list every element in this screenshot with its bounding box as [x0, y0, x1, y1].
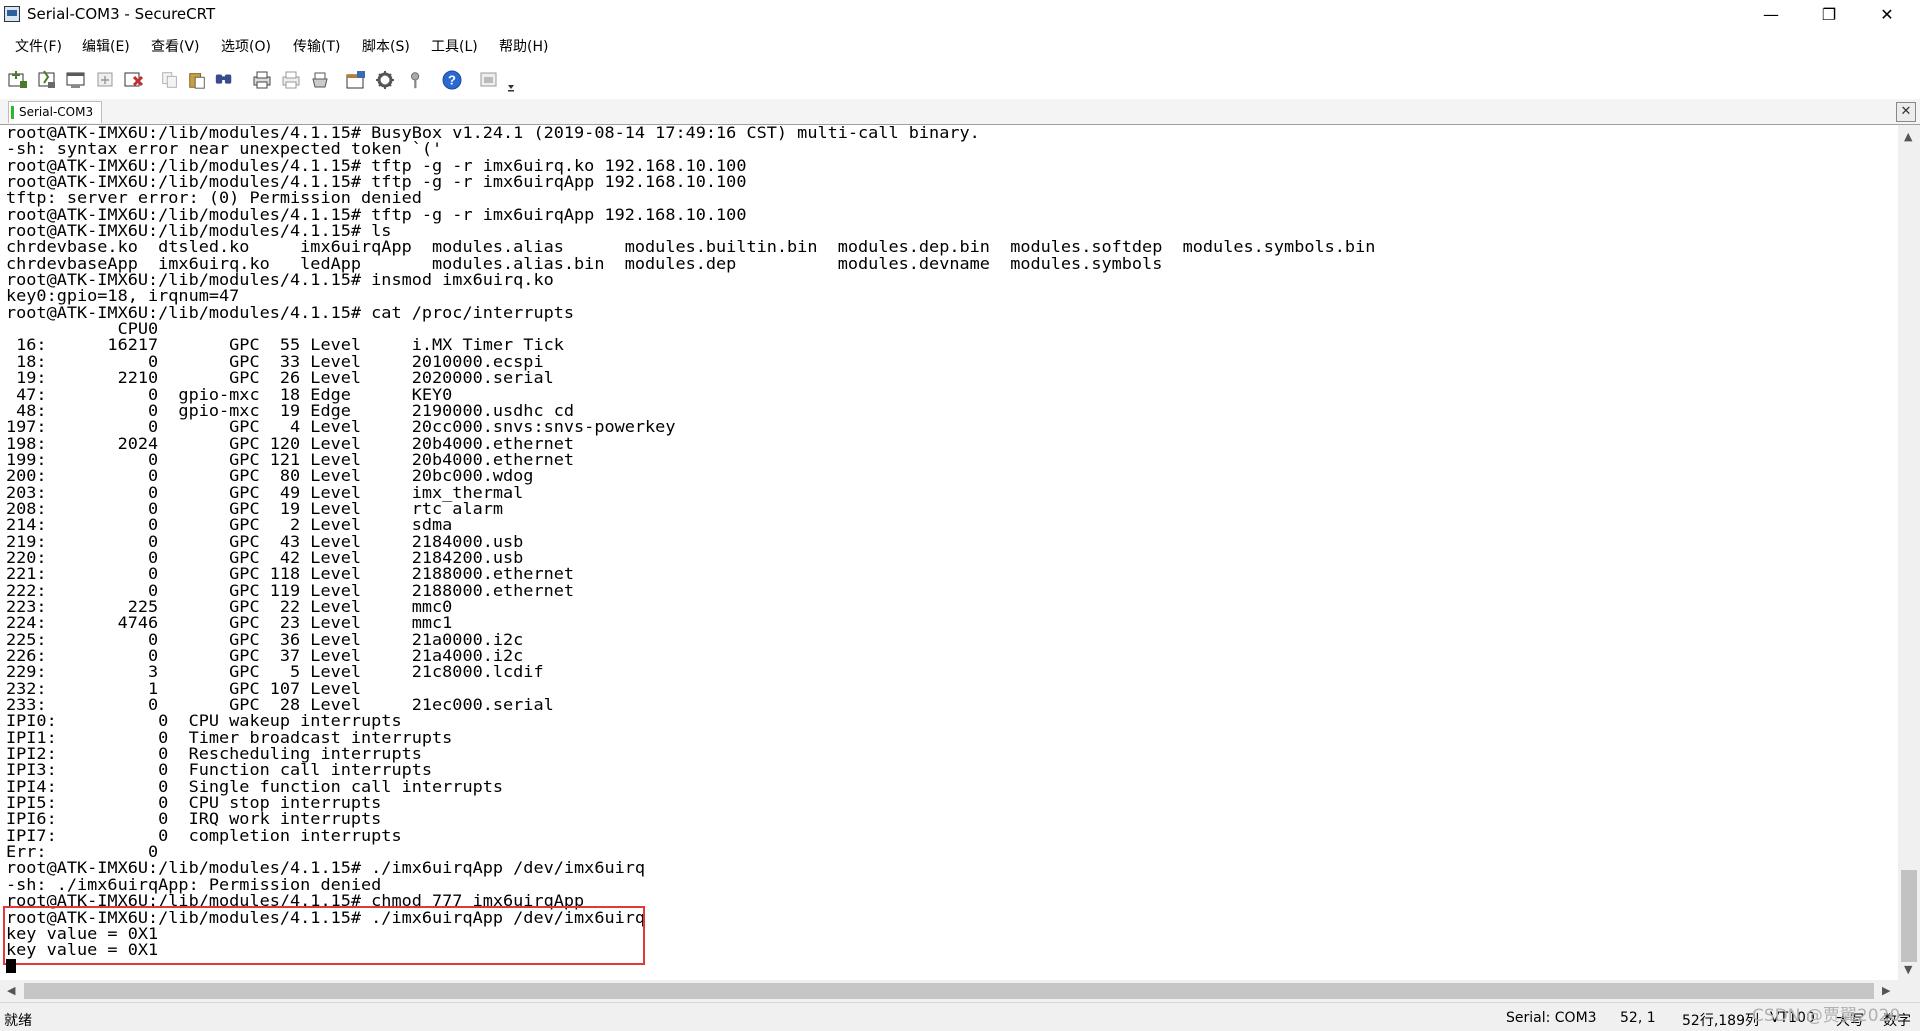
menu-transfer[interactable]: 传输(T)	[293, 36, 340, 56]
menu-tools[interactable]: 工具(L)	[431, 36, 478, 56]
title-bar: Serial-COM3 - SecureCRT — ❐ ✕	[0, 0, 1920, 29]
terminal-line: root@ATK-IMX6U:/lib/modules/4.1.15# cat …	[6, 302, 575, 322]
help-icon[interactable]: ?	[441, 69, 463, 91]
status-ready: 就绪	[4, 1013, 32, 1029]
window-title: Serial-COM3 - SecureCRT	[27, 5, 216, 23]
menu-help[interactable]: 帮助(H)	[499, 36, 548, 56]
maximize-button[interactable]: ❐	[1806, 0, 1852, 29]
toolbar-overflow-icon[interactable]	[505, 71, 517, 93]
watermark: CSDN @贾翼2020	[1752, 1006, 1901, 1026]
menu-edit[interactable]: 编辑(E)	[82, 36, 130, 56]
connect-in-tab-icon[interactable]	[65, 69, 87, 91]
menu-file[interactable]: 文件(F)	[15, 36, 62, 56]
customize-toolbar-icon[interactable]	[478, 69, 500, 91]
tab-label: Serial-COM3	[19, 105, 94, 119]
securecrt-app-icon[interactable]	[4, 6, 20, 22]
connect-icon[interactable]	[7, 69, 29, 91]
status-bar: 就绪 Serial: COM3 52, 1 52行,189列 VT100 大写 …	[0, 1002, 1920, 1031]
vertical-scroll-thumb[interactable]	[1901, 870, 1917, 962]
disconnect-icon[interactable]	[123, 69, 145, 91]
status-cursor-position: 52, 1	[1620, 1010, 1656, 1026]
menu-view[interactable]: 查看(V)	[151, 36, 200, 56]
print-selection-icon[interactable]	[280, 69, 302, 91]
close-tab-icon[interactable]: ✕	[1896, 102, 1916, 122]
menu-bar: 文件(F) 编辑(E) 查看(V) 选项(O) 传输(T) 脚本(S) 工具(L…	[0, 29, 1920, 61]
horizontal-scroll-thumb[interactable]	[24, 983, 1874, 999]
vertical-scrollbar[interactable]: ▲ ▼	[1898, 125, 1920, 980]
session-tab-bar: Serial-COM3 ✕	[0, 99, 1920, 125]
reconnect-icon[interactable]	[94, 69, 116, 91]
scroll-down-arrow-icon[interactable]: ▼	[1904, 963, 1912, 976]
highlight-annotation-box	[3, 906, 645, 965]
terminal-lines: root@ATK-IMX6U:/lib/modules/4.1.15# Busy…	[6, 125, 1375, 959]
toolbar: ?	[0, 61, 1920, 100]
menu-script[interactable]: 脚本(S)	[362, 36, 410, 56]
keymap-icon[interactable]	[406, 69, 426, 91]
horizontal-scrollbar[interactable]: ◀ ▶	[0, 980, 1898, 1002]
session-options-icon[interactable]	[345, 69, 367, 91]
terminal-cursor	[6, 959, 16, 973]
print-icon[interactable]	[251, 69, 273, 91]
copy-icon[interactable]	[160, 69, 180, 91]
terminal-output[interactable]: root@ATK-IMX6U:/lib/modules/4.1.15# Busy…	[0, 125, 1898, 980]
scrollbar-corner	[1898, 980, 1920, 1002]
print-setup-icon[interactable]	[309, 69, 331, 91]
scroll-right-arrow-icon[interactable]: ▶	[1882, 984, 1890, 997]
terminal-line: IPI7: 0 completion interrupts	[6, 825, 402, 845]
global-options-icon[interactable]	[374, 69, 396, 91]
minimize-button[interactable]: —	[1748, 0, 1794, 29]
svg-text:?: ?	[448, 73, 456, 88]
status-terminal-size: 52行,189列	[1682, 1013, 1759, 1029]
status-connection: Serial: COM3	[1506, 1010, 1597, 1026]
paste-icon[interactable]	[187, 69, 207, 91]
quick-connect-icon[interactable]	[36, 69, 58, 91]
scroll-left-arrow-icon[interactable]: ◀	[7, 984, 15, 997]
tab-serial-com3[interactable]: Serial-COM3	[8, 101, 103, 123]
close-button[interactable]: ✕	[1864, 0, 1910, 29]
menu-options[interactable]: 选项(O)	[221, 36, 271, 56]
find-icon[interactable]	[214, 69, 234, 91]
scroll-up-arrow-icon[interactable]: ▲	[1904, 130, 1912, 143]
